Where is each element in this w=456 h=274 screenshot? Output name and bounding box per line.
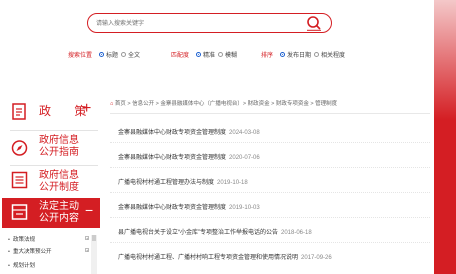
sidebar-item-system[interactable]: 政府信息 公开制度	[2, 167, 100, 199]
radio-date[interactable]	[280, 52, 286, 57]
news-title[interactable]: 金寨县融媒体中心财政专项资金管理制度	[118, 130, 226, 136]
news-title[interactable]: 广播电视村村通工程、广播村村响工程专项资金管理和使用情况说明	[118, 255, 298, 261]
sidebar-item-label: 法定主动 公开内容	[39, 201, 79, 224]
news-date: 2019-10-18	[217, 180, 248, 186]
sidebar-scrollbar[interactable]	[91, 235, 97, 274]
news-date: 2024-03-08	[229, 130, 260, 136]
radio-exact[interactable]	[196, 52, 202, 57]
radio-fulltext[interactable]	[121, 52, 127, 57]
right-edge-banner	[434, 0, 456, 274]
news-title[interactable]: 金寨县融媒体中心财政专项资金管理制度	[118, 155, 226, 161]
sidebar-item-label: 政府信息 公开指南	[39, 135, 79, 158]
search-filters: 搜索位置 标题 全文 匹配度 精准 模糊 排序 发布日期 相关程度	[0, 50, 430, 64]
radio-exact-label: 精准	[203, 53, 216, 59]
news-item[interactable]: 广播电视村村通工程、广播村村响工程专项资金管理和使用情况说明 2017-09-26	[118, 252, 332, 261]
news-title[interactable]: 广播电视村村通工程管理办法与制度	[118, 180, 214, 186]
radio-title[interactable]	[99, 52, 105, 57]
news-item[interactable]: 广播电视村村通工程管理办法与制度 2019-10-18	[118, 177, 248, 186]
radio-title-label: 标题	[106, 53, 119, 59]
filter-position-label: 搜索位置	[68, 53, 93, 59]
expand-box-icon[interactable]: +	[85, 248, 89, 253]
breadcrumb: ⌂ 首页 > 信息公开 > 金寨县融媒体中心（广播电视台）> 财政资金 > 财政…	[110, 99, 337, 107]
news-date: 2018-06-18	[281, 230, 312, 236]
news-item[interactable]: 金寨县融媒体中心财政专项资金管理制度 2019-10-03	[118, 202, 260, 211]
news-date: 2019-10-03	[229, 205, 260, 211]
news-item[interactable]: 县广播电视台关于设立“小金库”专项整治工作举报电话的公告 2018-06-18	[118, 227, 312, 236]
radio-date-label: 发布日期	[287, 53, 312, 59]
news-date: 2020-07-06	[229, 155, 260, 161]
compass-icon	[11, 140, 28, 156]
filter-sort: 排序 发布日期 相关程度	[261, 50, 345, 59]
radio-fuzzy[interactable]	[218, 52, 224, 57]
news-item[interactable]: 金寨县融媒体中心财政专项资金管理制度 2020-07-06	[118, 152, 260, 161]
search-box	[87, 13, 332, 33]
sidebar-item-guide[interactable]: 政府信息 公开指南	[2, 132, 100, 164]
search-input[interactable]	[96, 17, 296, 30]
radio-relevance[interactable]	[314, 52, 320, 57]
sidebar-item-label: 政府信息 公开制度	[39, 170, 79, 193]
collapse-minus-icon[interactable]: −	[85, 202, 93, 218]
list-document-icon	[11, 171, 28, 189]
document-icon	[12, 103, 26, 120]
filter-match: 匹配度 精准 模糊	[171, 50, 237, 59]
breadcrumb-text[interactable]: 首页 > 信息公开 > 金寨县融媒体中心（广播电视台）> 财政资金 > 财政专项…	[115, 101, 337, 107]
search-icon[interactable]	[305, 15, 323, 31]
sidebar-item-statutory[interactable]: 法定主动 公开内容 −	[2, 198, 100, 228]
radio-relevance-label: 相关程度	[321, 53, 346, 59]
expand-box-icon[interactable]: +	[85, 236, 89, 241]
sidebar-item-policy[interactable]: 政 策 +	[2, 95, 100, 129]
home-icon: ⌂	[110, 101, 114, 107]
news-title[interactable]: 金寨县融媒体中心财政专项资金管理制度	[118, 205, 226, 211]
news-title[interactable]: 县广播电视台关于设立“小金库”专项整治工作举报电话的公告	[118, 230, 278, 236]
filter-position: 搜索位置 标题 全文	[68, 50, 140, 59]
filter-match-label: 匹配度	[171, 53, 190, 59]
news-date: 2017-09-26	[301, 255, 332, 261]
sub-item-major-decisions[interactable]: 重大决策预公开	[8, 247, 52, 255]
news-item[interactable]: 金寨县融媒体中心财政专项资金管理制度 2024-03-08	[118, 127, 260, 136]
filter-sort-label: 排序	[261, 53, 274, 59]
radio-fuzzy-label: 模糊	[225, 53, 238, 59]
radio-fulltext-label: 全文	[128, 53, 141, 59]
expand-plus-icon[interactable]: +	[82, 100, 91, 118]
sub-item-planning[interactable]: 规划计划	[8, 261, 35, 269]
folder-icon	[11, 204, 28, 220]
sub-item-policy-regulations[interactable]: 政策法规	[8, 235, 35, 243]
